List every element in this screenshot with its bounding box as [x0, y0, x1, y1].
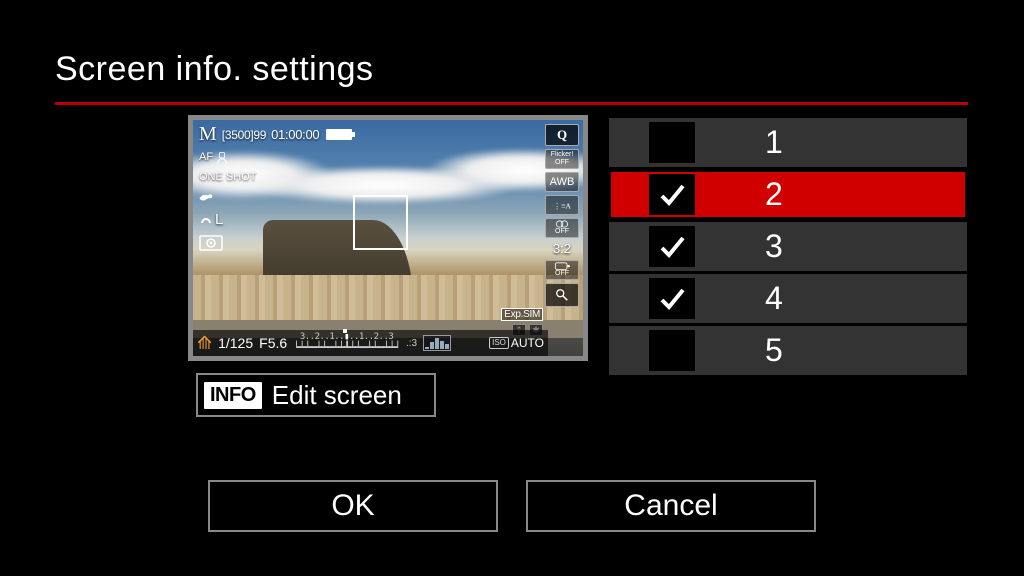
picture-style-indicator — [199, 190, 213, 204]
screen-number-label: 5 — [765, 332, 783, 369]
screen-number-label: 1 — [765, 124, 783, 161]
left-indicator-column: AF ONE SHOT L — [199, 150, 256, 251]
screen-row-2[interactable]: 2 — [609, 170, 967, 219]
svg-text:A: A — [565, 201, 571, 210]
svg-text:⋮≡: ⋮≡ — [553, 201, 565, 210]
ok-button[interactable]: OK — [208, 480, 498, 532]
status-bottom-bar: ⟰ 1/125 F5.6 3..2..1..▮..1..2..3 ┕┷┷━┷┷━… — [193, 330, 548, 356]
status-top-bar: M [3500]99 01:00:00 — [193, 120, 583, 149]
touch-shutter-off-chip: OFF — [545, 260, 579, 280]
screen-row-3[interactable]: 3 — [609, 222, 967, 271]
iso-indicator: ISO AUTO — [489, 336, 544, 350]
image-quality-indicator: L — [199, 211, 223, 228]
focus-frame — [353, 195, 408, 250]
aspect-ratio-indicator: 3:2 — [545, 241, 579, 257]
white-balance-chip: AWB — [545, 172, 579, 192]
antiflicker-off-chip: Flicker! OFF — [545, 149, 579, 169]
right-indicator-column: Q Flicker! OFF AWB ⋮≡A OFF 3:2 OFF — [545, 124, 579, 307]
title-divider — [55, 102, 968, 105]
screen-row-5[interactable]: 5 — [609, 326, 967, 375]
rec-time: 01:00:00 — [271, 127, 319, 142]
cancel-button[interactable]: Cancel — [526, 480, 816, 532]
ev-adjust-label: .:3 — [406, 338, 417, 349]
metering-mode-icon — [199, 235, 223, 251]
shutter-speed: 1/125 — [218, 335, 253, 351]
main-dial-icon: ⟰ — [197, 334, 212, 352]
bottom-button-row: OK Cancel — [0, 480, 1024, 532]
screen-row-1[interactable]: 1 — [609, 118, 967, 167]
screen-preview: M [3500]99 01:00:00 AF ONE SHOT L Q Flic… — [188, 115, 588, 361]
info-button-chip: INFO — [204, 382, 262, 409]
screen-number-label: 4 — [765, 280, 783, 317]
exposure-simulation-badge: Exp.SIM — [501, 308, 543, 321]
ev-scale: 3..2..1..▮..1..2..3 ┕┷┷━┷┷━┷┷┻┷┷━┷┷━┷┷┙ — [293, 333, 400, 353]
battery-icon — [326, 129, 352, 140]
shooting-mode: M — [199, 123, 217, 146]
histogram-icon — [423, 335, 451, 351]
picture-style-chip: ⋮≡A — [545, 195, 579, 215]
magnify-button[interactable] — [545, 283, 579, 307]
screen-checkbox-1[interactable] — [649, 122, 695, 163]
magnify-icon — [555, 288, 569, 302]
aperture: F5.6 — [259, 335, 287, 351]
screen-checkbox-5[interactable] — [649, 330, 695, 371]
buffer-bracket: [3500]99 — [222, 128, 266, 142]
edit-screen-label: Edit screen — [272, 380, 402, 411]
af-mode-indicator: AF — [199, 150, 229, 164]
screen-row-4[interactable]: 4 — [609, 274, 967, 323]
screen-checkbox-4[interactable] — [649, 278, 695, 319]
check-icon — [657, 232, 687, 262]
screens-list: 1 2 3 4 5 — [609, 118, 967, 378]
screen-checkbox-3[interactable] — [649, 226, 695, 267]
page-title: Screen info. settings — [55, 50, 374, 89]
screen-checkbox-2[interactable] — [649, 174, 695, 215]
drive-mode: ONE SHOT — [199, 171, 256, 183]
screen-number-label: 2 — [765, 176, 783, 213]
check-icon — [657, 284, 687, 314]
screen-number-label: 3 — [765, 228, 783, 265]
face-priority-icon — [215, 150, 229, 164]
check-icon — [657, 180, 687, 210]
edit-screen-button[interactable]: INFO Edit screen — [196, 373, 436, 417]
creative-filter-off-chip: OFF — [545, 218, 579, 238]
quick-menu-button[interactable]: Q — [545, 124, 579, 146]
